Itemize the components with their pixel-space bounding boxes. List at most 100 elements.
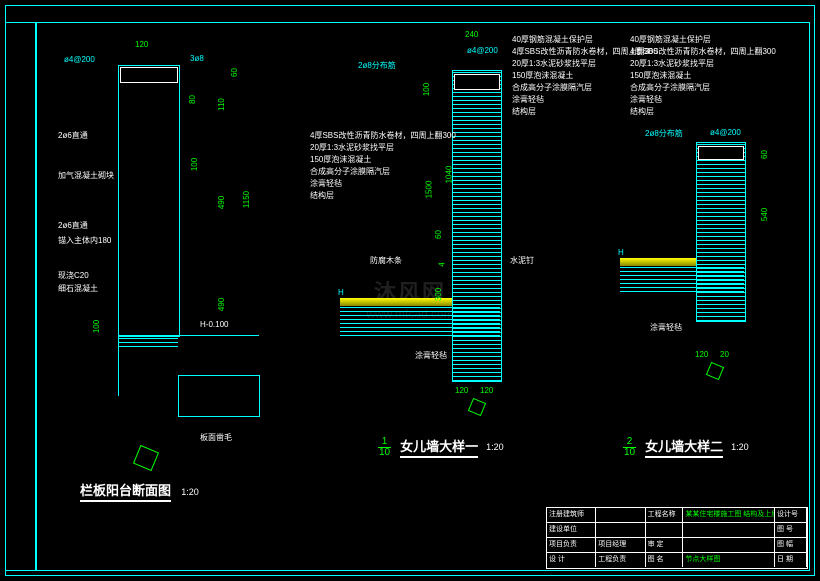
p2-d60: 60: [760, 150, 769, 159]
p1-slab: [340, 306, 500, 336]
p2-main: ø4@200: [710, 128, 741, 137]
p2-n2: 4厚SBS改性沥青防水卷材，四周上翻300: [630, 46, 776, 57]
p2-n3: 20厚1:3水泥砂浆找平层: [630, 58, 714, 69]
p1-d1500: 1500: [424, 181, 433, 199]
p1-n5b: 合成高分子涂膜隔汽层: [310, 166, 390, 177]
tb-r3v: [683, 538, 775, 552]
dim-80: 80: [188, 95, 197, 104]
parapet1-title: 女儿墙大样一: [400, 436, 478, 458]
p1-n4: 150厚泡沫混凝土: [512, 70, 573, 81]
p1-b120b: 120: [480, 386, 493, 395]
p1-d100: 100: [422, 83, 431, 96]
balcony-section-group: ø4@200 120 3ø8 60 2ø6直通 加气混凝土砌块 2ø6直通 锚入…: [60, 40, 290, 480]
note-b4: 锚入主体内180: [58, 235, 111, 246]
note-b2: 加气混凝土砌块: [58, 170, 114, 181]
parapet2-title: 女儿墙大样二: [645, 436, 723, 458]
tb-r4v: 节点大样图: [683, 553, 775, 567]
hatch-1: [118, 335, 178, 347]
p2-b20: 20: [720, 350, 729, 359]
dim-120: 120: [135, 40, 148, 49]
tb-r3m: 项目经理: [596, 538, 645, 552]
p1-dim-240: 240: [465, 30, 478, 39]
tb-r3r: 审 定: [646, 538, 684, 552]
p2-H: H: [618, 248, 624, 257]
beam-section: [178, 375, 260, 417]
p1-skirt: 涂膏轻毡: [415, 350, 447, 361]
p1-cap: [454, 74, 500, 90]
dim-490a: 490: [217, 196, 226, 209]
p2-n5: 合成高分子涂膜隔汽层: [630, 82, 710, 93]
p1-H: H: [338, 288, 344, 297]
p2-d540: 540: [760, 208, 769, 221]
dim-1150: 1150: [242, 191, 251, 208]
tb-r3l: 项目负责: [547, 538, 596, 552]
p2-wall: [696, 142, 746, 322]
p1-main: ø4@200: [467, 46, 498, 55]
p1-d4: 4: [438, 262, 447, 266]
balcony-title: 栏板阳台断面图: [80, 480, 171, 502]
p1-n7b: 结构层: [310, 190, 334, 201]
section-bubble-icon: [133, 445, 159, 471]
parapet2-scale: 1:20: [731, 442, 749, 452]
dim-490b: 490: [217, 298, 226, 311]
tb-r3e: 图 幅: [775, 538, 807, 552]
parapet2-group: 40厚钢筋混凝土保护层 4厚SBS改性沥青防水卷材，四周上翻300 20厚1:3…: [600, 30, 805, 470]
cap-section: [120, 67, 178, 83]
dim-d100: 100: [92, 320, 101, 333]
p2-axis-bubble-icon: [706, 362, 724, 380]
p2-n1: 40厚钢筋混凝土保护层: [630, 34, 711, 45]
p1-d300: 300: [434, 288, 443, 301]
p2-roof-layer: [620, 258, 696, 266]
p1-n5: 合成高分子涂膜隔汽层: [512, 82, 592, 93]
p1-axis-bubble-icon: [468, 398, 486, 416]
p2-detail-tag: 2 10: [620, 437, 639, 458]
tb-r4r: 图 名: [646, 553, 684, 567]
p1-n4b: 150厚泡沫混凝土: [310, 154, 371, 165]
p2-n4: 150厚泡沫混凝土: [630, 70, 691, 81]
p1-nail: 水泥钉: [510, 255, 534, 266]
p1-n6: 涂膏轻毡: [512, 94, 544, 105]
p1-n6b: 涂膏轻毡: [310, 178, 342, 189]
balcony-scale: 1:20: [181, 487, 199, 497]
title-sidebar: [5, 22, 37, 571]
p1-detail-tag: 1 10: [375, 437, 394, 458]
parapet1-scale: 1:20: [486, 442, 504, 452]
title-block: 注册建筑师 工程名称 某某住宅楼施工图 结构及上层工程 设计号 建设单位 图 号…: [546, 507, 808, 569]
parapet-outline: [118, 65, 180, 337]
p2-n6: 涂膏轻毡: [630, 94, 662, 105]
rebar-3d8: 3ø8: [190, 54, 204, 63]
tb-r1l: 注册建筑师: [547, 508, 596, 522]
p1-d1040: 1040: [444, 166, 453, 184]
dim-60: 60: [230, 68, 239, 77]
rebar-top-label: ø4@200: [64, 55, 95, 64]
p1-n3b: 20厚1:3水泥砂浆找平层: [310, 142, 394, 153]
p1-b120a: 120: [455, 386, 468, 395]
tb-r1e: 设计号: [775, 508, 807, 522]
p1-d60: 60: [434, 230, 443, 239]
p1-n1: 40厚钢筋混凝土保护层: [512, 34, 593, 45]
level-h0100: H-0.100: [200, 320, 228, 329]
p2-stirrup: 2ø8分布筋: [645, 128, 683, 139]
tb-r4e: 日 期: [775, 553, 807, 567]
tb-r4l: 设 计: [547, 553, 596, 567]
note-b7: 板面凿毛: [200, 432, 232, 443]
p2-slab: [620, 266, 744, 292]
tb-r1r: 工程名称: [646, 508, 684, 522]
tb-r1v: 某某住宅楼施工图 结构及上层工程: [683, 508, 775, 522]
note-b3: 2ø6直通: [58, 220, 88, 231]
p1-n2b: 4厚SBS改性沥青防水卷材，四周上翻300: [310, 130, 456, 141]
dim-110: 110: [217, 98, 226, 111]
p1-stirrup: 2ø8分布筋: [358, 60, 396, 71]
p1-n7: 结构层: [512, 106, 536, 117]
tb-r2e: 图 号: [775, 523, 807, 537]
p1-n3: 20厚1:3水泥砂浆找平层: [512, 58, 596, 69]
p2-b120: 120: [695, 350, 708, 359]
note-b6: 细石混凝土: [58, 283, 98, 294]
tb-r4m: 工程负责: [596, 553, 645, 567]
p2-cap: [698, 146, 744, 160]
note-b5: 现浇C20: [58, 270, 89, 281]
p1-fz: 防腐木条: [370, 255, 402, 266]
p2-n7: 结构层: [630, 106, 654, 117]
dim-100: 100: [190, 158, 199, 171]
parapet1-group: 240 2ø8分布筋 ø4@200 40厚钢筋混凝土保护层 4厚SBS改性沥青防…: [310, 30, 600, 470]
